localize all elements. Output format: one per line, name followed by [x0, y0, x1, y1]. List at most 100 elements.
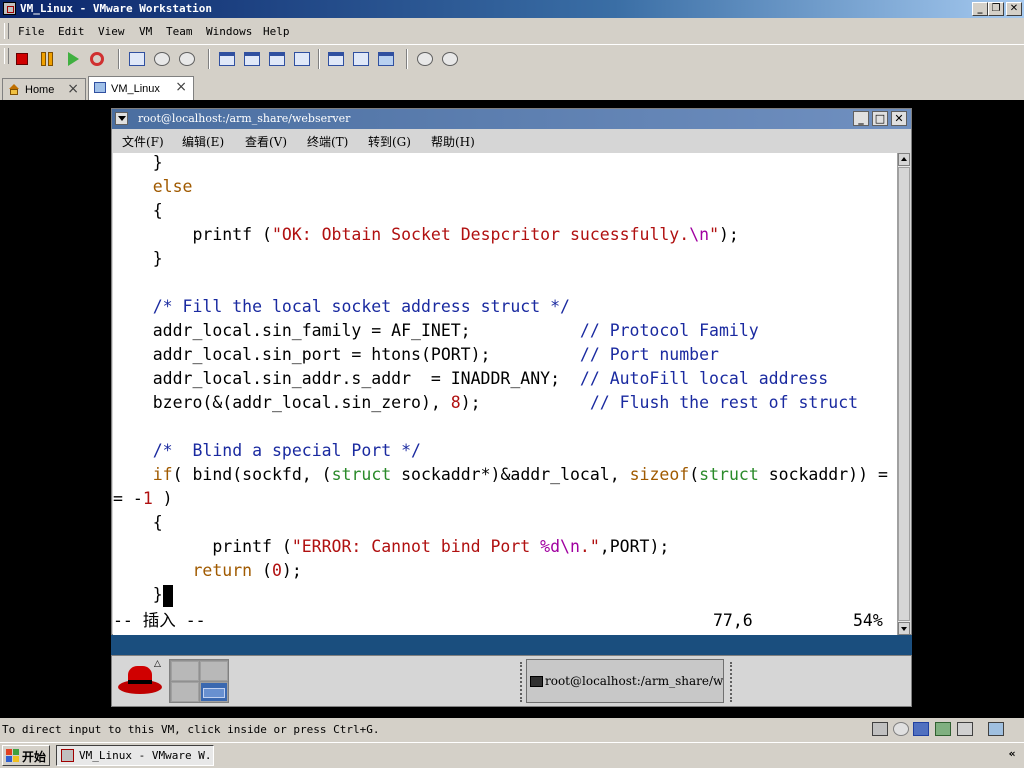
scroll-up-icon[interactable] [898, 153, 910, 166]
revert-snapshot-button[interactable] [152, 49, 172, 69]
guest-task-label: root@localhost:/arm_share/webserver [545, 674, 724, 688]
code-line: } [113, 583, 173, 607]
replay-button[interactable] [440, 49, 460, 69]
code-line: return (0); [113, 559, 301, 583]
close-button[interactable]: ✕ [1006, 2, 1022, 16]
code-token: printf ( [113, 537, 292, 556]
workspace-2[interactable] [200, 661, 228, 681]
redhat-main-menu[interactable]: △ [116, 659, 164, 702]
vmware-app-icon [61, 749, 74, 762]
guest-close-button[interactable]: ✕ [891, 111, 907, 126]
workspace-4[interactable] [200, 682, 228, 702]
code-line: } [113, 247, 163, 271]
vm-console[interactable]: root@localhost:/arm_share/webserver _ □ … [0, 100, 1024, 718]
floppy-device-icon[interactable] [913, 722, 929, 736]
menubar-grip[interactable] [4, 23, 9, 39]
code-token: 1 [142, 489, 153, 508]
power-off-button[interactable] [12, 49, 32, 69]
scroll-thumb[interactable] [898, 167, 910, 621]
play-icon [68, 52, 79, 66]
suspend-button[interactable] [37, 49, 57, 69]
code-token: ." [579, 537, 600, 556]
menu-help[interactable]: Help [263, 25, 290, 38]
sound-device-icon[interactable] [957, 722, 973, 736]
tab-label: Home [25, 84, 55, 96]
menu-bar: File Edit View VM Team Windows Help [0, 20, 1024, 42]
close-tab-icon[interactable]: × [175, 79, 187, 95]
guest-menu-edit[interactable]: 编辑(E) [182, 133, 224, 150]
code-token: %d\n [540, 537, 580, 556]
guest-maximize-button[interactable]: □ [872, 111, 888, 126]
minimize-button[interactable]: _ [972, 2, 988, 16]
appliance-icon [378, 52, 394, 66]
usb-device-icon[interactable] [935, 722, 951, 736]
message-log-icon[interactable] [988, 722, 1004, 736]
code-token: "ERROR: Cannot bind Port [291, 537, 541, 556]
summary-view-button[interactable] [351, 49, 371, 69]
window-menu-icon[interactable] [115, 112, 128, 125]
workspace-3[interactable] [171, 682, 199, 702]
guest-window-title: root@localhost:/arm_share/webserver [138, 112, 351, 125]
cdrom-device-icon[interactable] [893, 722, 909, 736]
restore-button[interactable]: ❐ [988, 2, 1004, 16]
code-token: 0 [271, 561, 282, 580]
host-title-bar[interactable]: VM_Linux - VMware Workstation _ ❐ ✕ [0, 0, 1024, 18]
network-device-icon[interactable] [872, 722, 888, 736]
status-hint: To direct input to this VM, click inside… [2, 723, 380, 736]
toolbar-grip[interactable] [4, 48, 9, 64]
code-line: addr_local.sin_family = AF_INET; // Prot… [113, 319, 759, 343]
window-title: VM_Linux - VMware Workstation [20, 2, 213, 15]
reset-button[interactable] [87, 49, 107, 69]
code-token: // Protocol Family [579, 321, 759, 340]
workspace-1[interactable] [171, 661, 199, 681]
snapshot-button[interactable] [127, 49, 147, 69]
snapshot-manager-button[interactable] [177, 49, 197, 69]
workspace-pager[interactable] [169, 659, 229, 703]
guest-menu-view[interactable]: 查看(V) [245, 133, 287, 150]
guest-title-bar[interactable]: root@localhost:/arm_share/webserver _ □ … [112, 109, 911, 129]
power-on-button[interactable] [63, 49, 83, 69]
menu-windows[interactable]: Windows [206, 25, 252, 38]
code-line: if( bind(sockfd, (struct sockaddr*)&addr… [113, 463, 888, 487]
summary-icon [353, 52, 369, 66]
taskbar-vmware-button[interactable]: VM_Linux - VMware W... [56, 745, 214, 766]
menu-file[interactable]: File [18, 25, 45, 38]
tray-expand-icon[interactable]: « [1004, 747, 1020, 764]
code-token: } [113, 153, 163, 172]
code-token: ( [252, 561, 272, 580]
guest-task-button[interactable]: root@localhost:/arm_share/webserver [526, 659, 724, 703]
show-sidebar-button[interactable] [217, 49, 237, 69]
code-token: sockaddr)) = [758, 465, 888, 484]
terminal-scrollbar[interactable] [897, 153, 910, 635]
tab-vm-linux[interactable]: VM_Linux × [88, 76, 194, 100]
code-token: ( bind(sockfd, ( [172, 465, 332, 484]
code-token: addr_local.sin_port = htons(PORT); [113, 345, 580, 364]
console-view-button[interactable] [326, 49, 346, 69]
guest-minimize-button[interactable]: _ [853, 111, 869, 126]
appliance-view-button[interactable] [376, 49, 396, 69]
full-screen-button[interactable] [267, 49, 287, 69]
start-button[interactable]: 开始 [2, 745, 50, 766]
unity-button[interactable] [292, 49, 312, 69]
guest-terminal-window[interactable]: root@localhost:/arm_share/webserver _ □ … [111, 108, 912, 635]
menu-view[interactable]: View [98, 25, 125, 38]
guest-menu-go[interactable]: 转到(G) [368, 133, 411, 150]
guest-menu-file[interactable]: 文件(F) [122, 133, 164, 150]
tab-home[interactable]: Home × [2, 78, 86, 100]
quick-switch-button[interactable] [242, 49, 262, 69]
menu-edit[interactable]: Edit [58, 25, 85, 38]
guest-menu-help[interactable]: 帮助(H) [431, 133, 475, 150]
vmware-app-icon[interactable] [3, 2, 16, 15]
scroll-down-icon[interactable] [898, 622, 910, 635]
menu-team[interactable]: Team [166, 25, 193, 38]
code-line: /* Blind a special Port */ [113, 439, 421, 463]
tasklist-handle[interactable] [730, 662, 738, 702]
menu-vm[interactable]: VM [139, 25, 152, 38]
guest-menu-terminal[interactable]: 终端(T) [307, 133, 348, 150]
terminal-text-area[interactable]: } else { printf ("OK: Obtain Socket Desp… [113, 153, 897, 635]
record-button[interactable] [415, 49, 435, 69]
close-tab-icon[interactable]: × [67, 81, 79, 97]
code-token: struct [699, 465, 759, 484]
